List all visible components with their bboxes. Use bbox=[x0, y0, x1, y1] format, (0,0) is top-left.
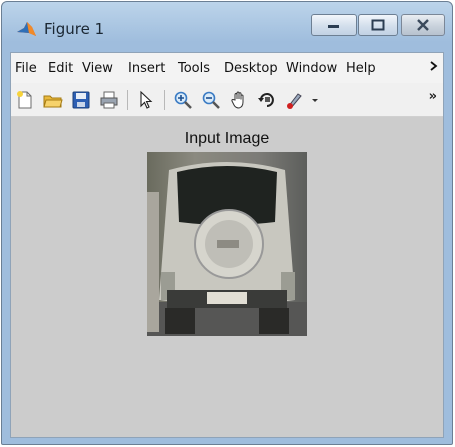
figure-toolbar: » bbox=[11, 83, 443, 117]
open-file-icon[interactable] bbox=[43, 90, 63, 110]
figure-client-area: File Edit View Insert Tools Desktop Wind… bbox=[10, 52, 444, 438]
pan-icon[interactable] bbox=[229, 90, 249, 110]
close-icon bbox=[417, 19, 429, 31]
title-bar[interactable]: Figure 1 bbox=[2, 2, 452, 50]
toolbar-separator bbox=[164, 89, 165, 110]
print-icon[interactable] bbox=[99, 90, 119, 110]
menu-help[interactable]: Help bbox=[342, 61, 386, 76]
menu-file[interactable]: File bbox=[11, 61, 44, 76]
figure-window: Figure 1 File Edit View Insert Tools Des… bbox=[1, 1, 453, 445]
maximize-button[interactable] bbox=[358, 14, 398, 36]
input-image bbox=[147, 152, 307, 336]
toolbar-separator bbox=[127, 89, 128, 110]
toolbar-overflow-button[interactable]: » bbox=[429, 89, 437, 104]
axes-title: Input Image bbox=[184, 130, 270, 147]
maximize-icon bbox=[371, 19, 385, 31]
minimize-button[interactable] bbox=[311, 14, 357, 36]
window-title: Figure 1 bbox=[44, 20, 105, 38]
pointer-icon[interactable] bbox=[136, 90, 156, 110]
save-icon[interactable] bbox=[71, 90, 91, 110]
rotate-3d-icon[interactable] bbox=[257, 90, 277, 110]
car-rear-image bbox=[147, 152, 307, 336]
new-figure-icon[interactable] bbox=[15, 90, 35, 110]
menu-view[interactable]: View bbox=[78, 61, 124, 76]
chevron-right-icon[interactable] bbox=[430, 61, 439, 71]
close-button[interactable] bbox=[401, 14, 445, 36]
menu-edit[interactable]: Edit bbox=[44, 61, 78, 76]
minimize-icon bbox=[328, 25, 339, 28]
menu-bar: File Edit View Insert Tools Desktop Wind… bbox=[11, 53, 443, 83]
menu-insert[interactable]: Insert bbox=[124, 61, 174, 76]
menu-desktop[interactable]: Desktop bbox=[220, 61, 282, 76]
menu-window[interactable]: Window bbox=[282, 61, 342, 76]
dropdown-arrow-icon[interactable] bbox=[311, 96, 319, 104]
menu-tools[interactable]: Tools bbox=[174, 61, 220, 76]
figure-canvas[interactable]: Input Image bbox=[11, 117, 443, 437]
zoom-out-icon[interactable] bbox=[201, 90, 221, 110]
data-cursor-icon[interactable] bbox=[285, 90, 305, 110]
zoom-in-icon[interactable] bbox=[173, 90, 193, 110]
matlab-logo-icon bbox=[17, 22, 36, 36]
